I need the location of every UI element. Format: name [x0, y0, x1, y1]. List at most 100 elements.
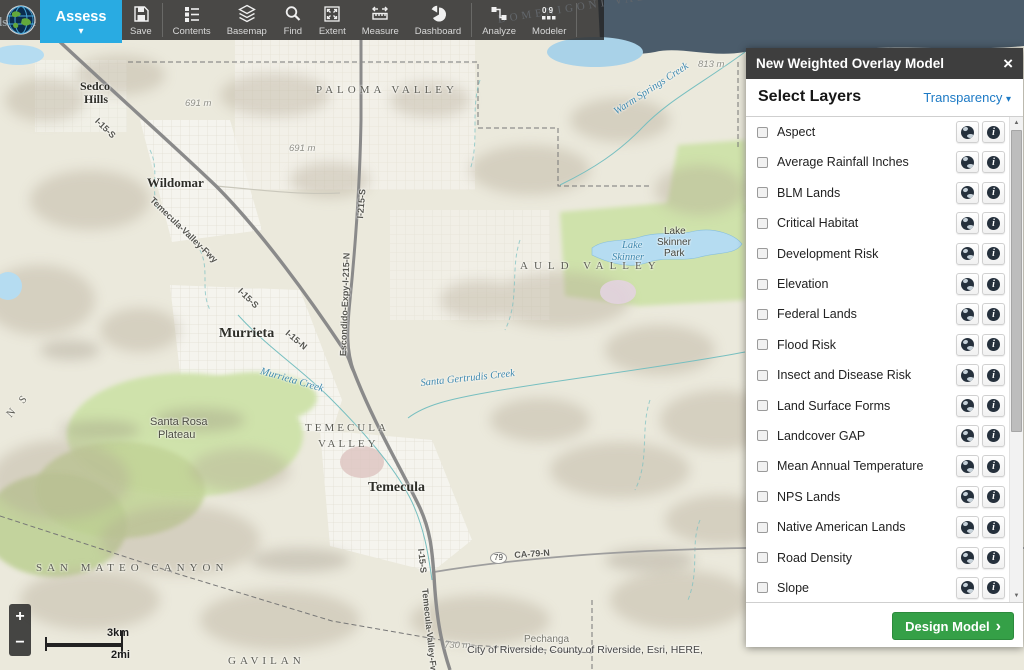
layer-preview-button[interactable] — [956, 546, 979, 569]
layer-checkbox[interactable] — [757, 278, 768, 290]
toolbar-item-contents[interactable]: Contents — [165, 0, 219, 40]
info-icon: i — [987, 338, 1000, 352]
toolbar-item-save[interactable]: Save — [122, 0, 160, 40]
info-icon: i — [987, 125, 1000, 139]
layer-list: Aspect i Average Rainfall Inches i BLM L… — [746, 116, 1023, 603]
toolbar-item-dashboard[interactable]: Dashboard — [407, 0, 469, 40]
layer-preview-button[interactable] — [956, 242, 979, 265]
layer-preview-button[interactable] — [956, 121, 979, 144]
find-icon — [285, 6, 301, 21]
map-label-murrieta: Murrieta — [219, 326, 275, 341]
toolbar-item-label: Save — [130, 26, 152, 37]
layer-preview-button[interactable] — [956, 485, 979, 508]
layer-checkbox[interactable] — [757, 552, 768, 564]
layer-info-button[interactable]: i — [982, 212, 1005, 235]
info-icon: i — [987, 399, 1000, 413]
layer-info-button[interactable]: i — [982, 303, 1005, 326]
layer-checkbox[interactable] — [757, 400, 768, 412]
contents-icon — [184, 7, 199, 22]
layer-info-button[interactable]: i — [982, 546, 1005, 569]
layer-info-button[interactable]: i — [982, 485, 1005, 508]
layer-row-nps-lands: NPS Lands i — [746, 482, 1023, 512]
info-icon: i — [987, 551, 1000, 565]
scroll-up-arrow-icon[interactable]: ▲ — [1010, 117, 1023, 129]
toolbar-item-analyze[interactable]: Analyze — [474, 0, 524, 40]
layer-info-button[interactable]: i — [982, 576, 1005, 599]
layer-preview-button[interactable] — [956, 333, 979, 356]
layer-checkbox[interactable] — [757, 126, 768, 138]
layer-info-button[interactable]: i — [982, 273, 1005, 296]
scale-mi-label: 2mi — [111, 649, 130, 661]
scale-bar: 3km 2mi — [45, 627, 145, 661]
layer-label: Development Risk — [777, 246, 879, 261]
layer-info-button[interactable]: i — [982, 181, 1005, 204]
design-model-label: Design Model — [905, 618, 990, 634]
layer-checkbox[interactable] — [757, 217, 768, 229]
design-model-button[interactable]: Design Model › — [892, 612, 1014, 641]
layer-info-button[interactable]: i — [982, 364, 1005, 387]
layer-checkbox[interactable] — [757, 156, 768, 168]
map-zoom-control: + − — [9, 604, 31, 656]
toolbar-item-find[interactable]: Find — [275, 0, 311, 40]
layer-preview-button[interactable] — [956, 394, 979, 417]
layer-label: Insect and Disease Risk — [777, 368, 912, 383]
layer-label: Land Surface Forms — [777, 398, 891, 413]
select-layers-title: Select Layers — [758, 88, 862, 106]
layer-info-button[interactable]: i — [982, 242, 1005, 265]
toolbar-separator — [576, 3, 578, 37]
layer-preview-button[interactable] — [956, 516, 979, 539]
close-icon[interactable]: × — [993, 48, 1023, 79]
transparency-dropdown[interactable]: Transparency ▾ — [923, 90, 1023, 105]
zoom-out-button[interactable]: − — [9, 630, 31, 656]
map-label-gavilan: GAVILAN — [228, 655, 305, 667]
layer-label: Native American Lands — [777, 520, 906, 535]
layer-preview-button[interactable] — [956, 424, 979, 447]
layer-preview-button[interactable] — [956, 151, 979, 174]
zoom-in-button[interactable]: + — [9, 604, 31, 630]
layer-preview-button[interactable] — [956, 576, 979, 599]
layer-preview-button[interactable] — [956, 303, 979, 326]
toolbar-item-measure[interactable]: Measure — [354, 0, 407, 40]
route-79-shield: 79 — [490, 552, 507, 564]
layer-info-button[interactable]: i — [982, 333, 1005, 356]
app-logo-globe-icon[interactable] — [4, 3, 38, 37]
layer-preview-button[interactable] — [956, 273, 979, 296]
layer-checkbox[interactable] — [757, 491, 768, 503]
layer-preview-button[interactable] — [956, 212, 979, 235]
layer-checkbox[interactable] — [757, 248, 768, 260]
layer-info-button[interactable]: i — [982, 151, 1005, 174]
layer-preview-button[interactable] — [956, 455, 979, 478]
layer-info-button[interactable]: i — [982, 424, 1005, 447]
scroll-down-arrow-icon[interactable]: ▼ — [1010, 590, 1023, 602]
layer-checkbox[interactable] — [757, 308, 768, 320]
layer-checkbox[interactable] — [757, 582, 768, 594]
layer-info-button[interactable]: i — [982, 516, 1005, 539]
layer-row-native-american-lands: Native American Lands i — [746, 512, 1023, 542]
layer-info-button[interactable]: i — [982, 394, 1005, 417]
layer-checkbox[interactable] — [757, 521, 768, 533]
assess-menu-button[interactable]: Assess ▾ — [40, 0, 122, 43]
toolbar-items: Save Contents Basemap Find Extent Measur… — [122, 0, 579, 40]
scrollbar-thumb[interactable] — [1011, 129, 1022, 432]
layer-checkbox[interactable] — [757, 339, 768, 351]
info-icon: i — [987, 429, 1000, 443]
layer-checkbox[interactable] — [757, 460, 768, 472]
map-label-paloma-valley: PALOMA VALLEY — [316, 84, 458, 96]
layer-checkbox[interactable] — [757, 369, 768, 381]
globe-icon — [961, 551, 974, 565]
toolbar-item-basemap[interactable]: Basemap — [219, 0, 275, 40]
layer-preview-button[interactable] — [956, 364, 979, 387]
layer-checkbox[interactable] — [757, 187, 768, 199]
layer-checkbox[interactable] — [757, 430, 768, 442]
panel-scrollbar[interactable]: ▲ ▼ — [1009, 116, 1023, 603]
globe-icon — [961, 307, 974, 321]
globe-icon — [961, 581, 974, 595]
layer-preview-button[interactable] — [956, 181, 979, 204]
info-icon: i — [987, 307, 1000, 321]
layer-row-blm-lands: BLM Lands i — [746, 178, 1023, 208]
layer-info-button[interactable]: i — [982, 121, 1005, 144]
toolbar-item-extent[interactable]: Extent — [311, 0, 354, 40]
layer-info-button[interactable]: i — [982, 455, 1005, 478]
toolbar-item-modeler[interactable]: 0 9 Modeler — [524, 0, 574, 40]
info-icon: i — [987, 216, 1000, 230]
